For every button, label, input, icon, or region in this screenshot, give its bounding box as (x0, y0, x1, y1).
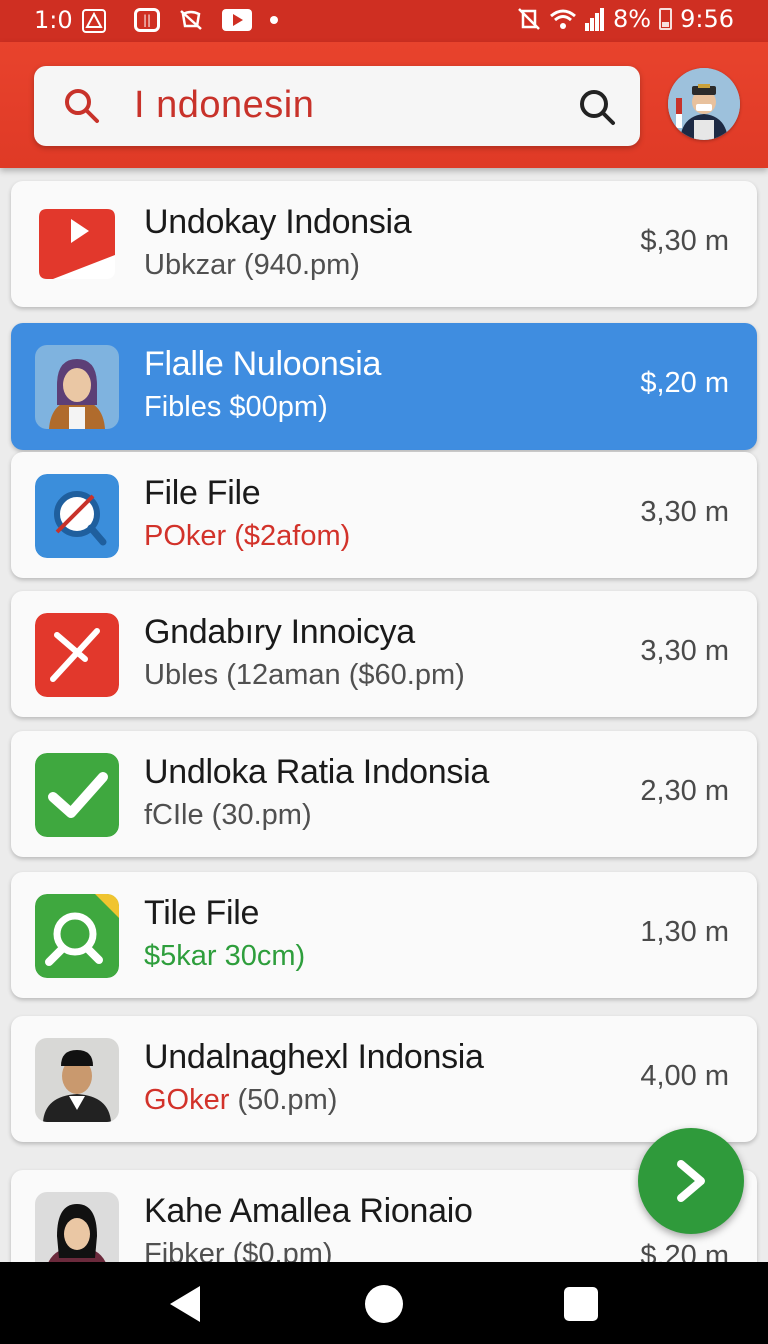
status-time: 1:0 (34, 6, 73, 34)
navigation-bar (0, 1262, 768, 1344)
youtube-app-icon (35, 203, 119, 287)
item-subtitle: fCIle (30.pm) (144, 799, 312, 831)
vibrate-off-icon (518, 8, 540, 30)
woman-avatar (35, 345, 119, 429)
item-title: Undloka Ratia Indonsia (144, 753, 489, 791)
item-subtitle: Ubles (12aman ($60.pm) (144, 659, 465, 691)
search-input[interactable]: I ndonesin (134, 84, 314, 127)
item-subtitle: POker ($2afom) (144, 520, 351, 552)
battery-icon (659, 8, 673, 30)
youtube-icon (222, 9, 252, 31)
item-subtitle: GOker (50.pm) (144, 1084, 337, 1117)
man-avatar (35, 1038, 119, 1122)
search-bar[interactable]: I ndonesin (34, 66, 640, 146)
item-value: $,30 m (640, 225, 729, 257)
item-value: 1,30 m (640, 916, 729, 948)
item-title: Flalle Nuloonsia (144, 345, 382, 383)
list-item[interactable]: File File POker ($2afom) 3,30 m (11, 452, 757, 578)
search-app-icon (35, 474, 119, 558)
list-item[interactable]: Undalnaghexl Indonsia GOker (50.pm) 4,00… (11, 1016, 757, 1142)
item-subtitle: Fibker ($0.pm) (144, 1238, 333, 1262)
item-subtitle-rest: (50.pm) (229, 1084, 338, 1116)
item-subtitle-accent: GOker (144, 1084, 230, 1116)
item-subtitle: Fibles $00pm) (144, 391, 328, 423)
recents-icon[interactable] (564, 1287, 598, 1321)
item-title: File File (144, 474, 261, 512)
item-value: 4,00 m (640, 1060, 729, 1092)
next-fab-button[interactable] (638, 1128, 744, 1234)
muted-icon (180, 10, 202, 30)
check-app-icon (35, 753, 119, 837)
list-item[interactable]: Gndabıry Innoicya Ubles (12aman ($60.pm)… (11, 591, 757, 717)
home-icon[interactable] (365, 1285, 403, 1323)
item-subtitle: Ubkzar (940.pm) (144, 249, 360, 281)
search-submit-icon[interactable] (576, 86, 618, 128)
item-value: $,20 m (640, 367, 729, 399)
item-title: Gndabıry Innoicya (144, 613, 415, 651)
item-value: 3,30 m (640, 496, 729, 528)
app-bar: I ndonesin (0, 42, 768, 168)
profile-avatar[interactable] (668, 68, 740, 140)
list-item[interactable]: Tile File $5kar 30cm) 1,30 m (11, 872, 757, 998)
clock: 9:56 (680, 5, 734, 33)
item-title: Kahe Amallea Rionaio (144, 1192, 473, 1230)
item-subtitle: $5kar 30cm) (144, 940, 306, 972)
notification-icon: || (134, 8, 160, 32)
item-value: $,20 m (640, 1240, 729, 1262)
back-icon[interactable] (170, 1286, 200, 1322)
battery-percent: 8% (613, 5, 652, 33)
item-title: Undalnaghexl Indonsia (144, 1038, 484, 1076)
signal-icon (585, 8, 605, 31)
item-value: 3,30 m (640, 635, 729, 667)
list-item-selected[interactable]: Flalle Nuloonsia Fibles $00pm) $,20 m (11, 323, 757, 450)
alert-icon (82, 9, 106, 33)
status-bar: 1:0 || 8% 9:56 (0, 0, 768, 42)
item-value: 2,30 m (640, 775, 729, 807)
list-item[interactable]: Undokay Indonsia Ubkzar (940.pm) $,30 m (11, 181, 757, 307)
item-title: Undokay Indonsia (144, 203, 412, 241)
list-item[interactable]: Undloka Ratia Indonsia fCIle (30.pm) 2,3… (11, 731, 757, 857)
chevron-right-icon (677, 1160, 705, 1202)
search-icon[interactable] (62, 86, 102, 126)
item-title: Tile File (144, 894, 260, 932)
result-list: Undokay Indonsia Ubkzar (940.pm) $,30 m … (0, 168, 768, 1262)
woman-hijab-avatar (35, 1192, 119, 1262)
search-app-icon-green (35, 894, 119, 978)
wifi-icon (550, 9, 576, 29)
pen-app-icon (35, 613, 119, 697)
dot-icon (270, 16, 278, 24)
